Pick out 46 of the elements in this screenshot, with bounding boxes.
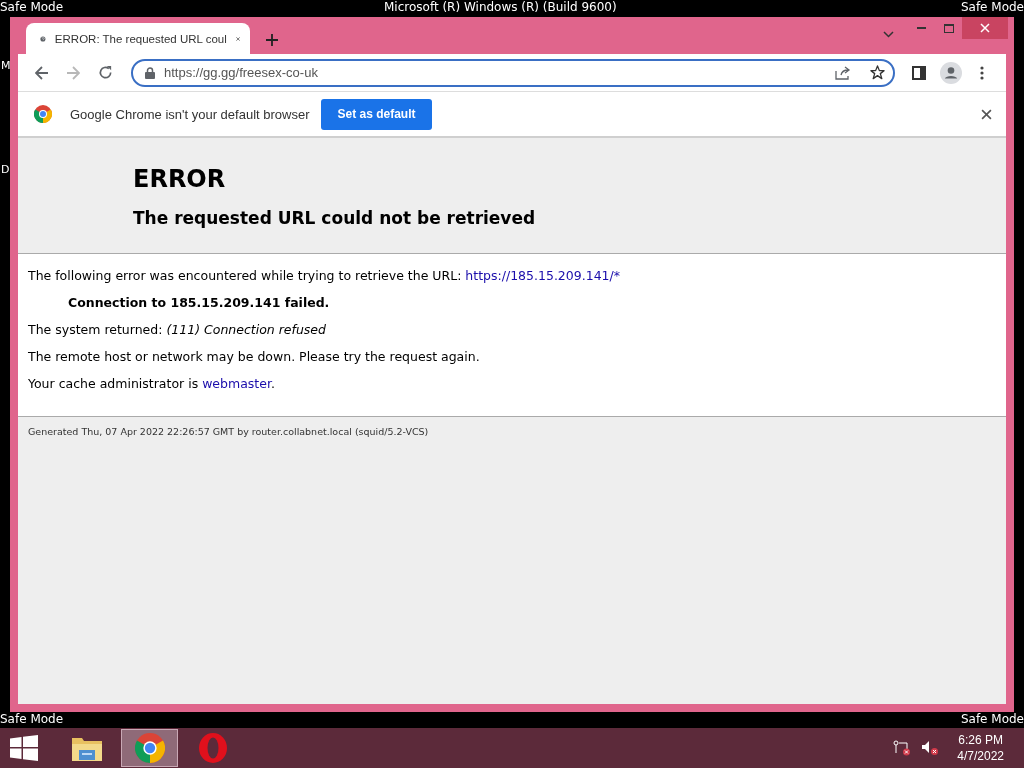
clock-time: 6:26 PM	[958, 732, 1003, 748]
avatar-icon	[939, 61, 962, 84]
opera-icon	[197, 732, 228, 764]
desktop-label: Microsoft (R) Windows (R) (Build 9600)	[384, 0, 617, 15]
admin-message: Your cache administrator is webmaster.	[28, 376, 276, 392]
chrome-logo-icon	[34, 105, 52, 123]
back-arrow-icon	[34, 65, 49, 80]
maximize-icon	[943, 23, 954, 33]
retry-message: The remote host or network may be down. Please try the request again.	[28, 349, 481, 365]
desktop-label: Safe Mode	[960, 712, 1024, 727]
error-heading: ERROR	[133, 164, 227, 194]
new-tab-icon[interactable]	[266, 34, 278, 46]
network-error-icon[interactable]	[893, 740, 912, 756]
chrome-icon	[134, 733, 165, 763]
volume-muted-icon[interactable]	[921, 740, 940, 756]
lock-icon	[144, 66, 155, 79]
clock-date: 4/7/2022	[957, 748, 1004, 764]
forward-arrow-icon	[66, 65, 81, 80]
close-icon	[980, 23, 990, 33]
side-panel-icon	[911, 65, 926, 80]
taskbar-clock[interactable]: 6:26 PM 4/7/2022	[957, 732, 1004, 764]
reload-icon	[97, 65, 113, 80]
failure-message: Connection to 185.15.209.141 failed.	[68, 295, 331, 311]
menu-icon	[980, 65, 985, 80]
generated-footer: Generated Thu, 07 Apr 2022 22:26:57 GMT by router.collabnet.local (squid/5.2-VCS)	[28, 426, 429, 437]
star-icon[interactable]	[870, 65, 885, 80]
browser-tab[interactable]: ERROR: The requested URL coul	[26, 23, 250, 54]
share-icon[interactable]	[835, 65, 851, 80]
close-icon[interactable]	[981, 108, 992, 120]
desktop-icon-label[interactable]: D	[1, 162, 10, 177]
url-link[interactable]: https://185.15.209.141/*	[465, 268, 620, 283]
error-description: The following error was encountered while trying to retrieve the URL: https://185.15.209.141/*	[28, 268, 621, 284]
desktop-icon-label[interactable]: M	[1, 58, 11, 73]
system-message: The system returned: (111) Connection refused	[28, 322, 327, 338]
windows-logo-icon	[10, 735, 38, 761]
desktop-label: Safe Mode	[0, 0, 64, 15]
desktop-label: Safe Mode	[960, 0, 1024, 15]
tab-title: ERROR: The requested URL coul	[54, 32, 227, 45]
error-subheading: The requested URL could not be retrieved	[133, 207, 537, 229]
set-default-button[interactable]: Set as default	[321, 98, 432, 130]
desktop-label: Safe Mode	[0, 712, 64, 727]
default-browser-message: Google Chrome isn't your default browser	[70, 106, 310, 122]
webmaster-link[interactable]: webmaster	[202, 376, 271, 391]
minimize-icon	[917, 27, 926, 29]
address-bar[interactable]: https://gg.gg/freesex-co-uk	[130, 58, 895, 87]
tab-search-icon[interactable]	[883, 31, 894, 38]
